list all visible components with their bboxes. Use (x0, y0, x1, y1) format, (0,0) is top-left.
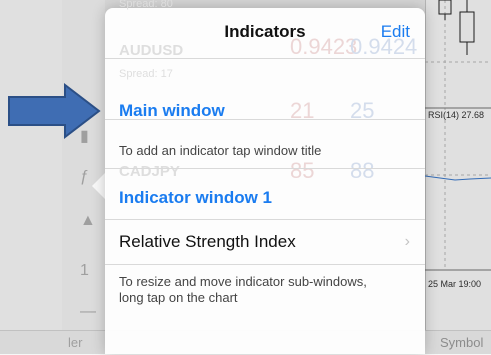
footer-hint-line1: To resize and move indicator sub-windows… (119, 274, 367, 289)
chevron-right-icon: › (404, 233, 410, 250)
divider (105, 118, 425, 120)
rsi-indicator-label: Relative Strength Index (119, 232, 296, 251)
rsi-indicator-item[interactable]: Relative Strength Index › (105, 218, 425, 265)
indicators-popover: Spread: 80 AUDUSD Spread: 17 0.9423 0.94… (105, 0, 425, 354)
main-window-hint: To add an indicator tap window title (119, 143, 322, 158)
footer-hint-line2: long tap on the chart (119, 290, 238, 305)
popover-arrow (92, 172, 106, 200)
footer-hint: To resize and move indicator sub-windows… (119, 274, 367, 306)
indicator-window-item[interactable]: Indicator window 1 (105, 168, 425, 220)
indicator-window-label: Indicator window 1 (119, 188, 273, 207)
main-window-item[interactable]: Main window (105, 86, 425, 136)
edit-button[interactable]: Edit (381, 22, 410, 42)
popover-title: Indicators (224, 22, 306, 41)
popover-header: Indicators Edit (105, 8, 425, 59)
pointer-arrow-icon (8, 83, 101, 139)
